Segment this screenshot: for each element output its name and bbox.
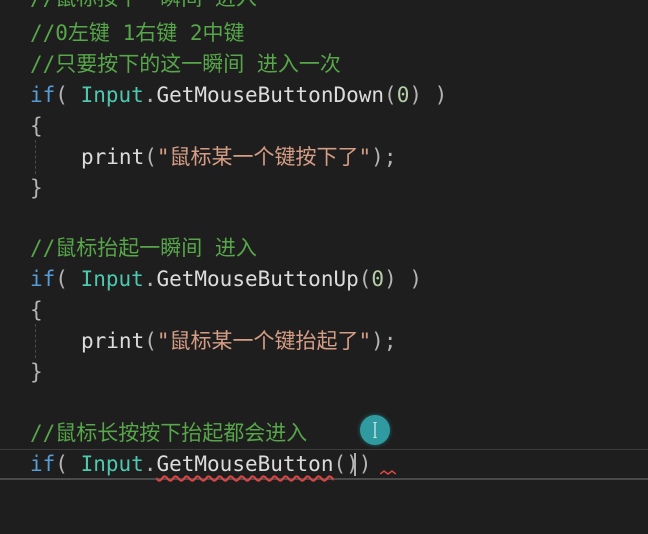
code-line-brace: {: [30, 114, 43, 138]
punctuation: (: [358, 267, 372, 291]
method-name: GetMouseButtonDown: [156, 83, 385, 107]
punctuation: (: [55, 83, 81, 107]
text-cursor-ibeam-icon: [373, 422, 377, 438]
punctuation: (: [144, 145, 157, 169]
code-line-brace: }: [30, 176, 43, 200]
punctuation: ): [384, 267, 397, 291]
code-line-print: print("鼠标某一个键抬起了");: [30, 326, 396, 357]
indent-guide: [35, 140, 36, 174]
keyword-if: if: [30, 267, 56, 291]
indent-guide: [35, 324, 36, 358]
punctuation: ): [396, 267, 423, 291]
method-name: GetMouseButtonUp: [156, 267, 359, 291]
code-line-comment: //0左键 1右键 2中键: [30, 21, 245, 45]
class-name: Input: [80, 267, 144, 291]
punctuation: );: [371, 329, 397, 353]
punctuation: );: [371, 145, 397, 169]
keyword-if: if: [30, 452, 56, 476]
code-line-if-mouse-button[interactable]: if( Input.GetMouseButton()): [30, 449, 371, 480]
string-literal: "鼠标某一个键抬起了": [156, 329, 372, 353]
punctuation: .: [143, 267, 157, 291]
function-name: print: [81, 329, 145, 353]
class-name: Input: [80, 452, 144, 476]
class-name: Input: [80, 83, 144, 107]
code-line-if-mouse-up: if( Input.GetMouseButtonUp(0) ): [30, 264, 422, 295]
keyword-if: if: [30, 83, 56, 107]
punctuation: ()): [333, 452, 372, 476]
punctuation: (: [144, 329, 157, 353]
function-name: print: [81, 145, 145, 169]
number-literal: 0: [396, 83, 410, 107]
punctuation: ): [422, 83, 448, 107]
code-editor[interactable]: //鼠标按下一瞬间 进入 //0左键 1右键 2中键 //只要按下的这一瞬间 进…: [0, 0, 648, 534]
punctuation: (: [55, 267, 81, 291]
code-line-comment: //只要按下的这一瞬间 进入一次: [30, 52, 341, 76]
code-line-brace: }: [30, 360, 43, 384]
punctuation: ): [409, 83, 423, 107]
code-line-if-mouse-down: if( Input.GetMouseButtonDown(0) ): [30, 80, 447, 111]
punctuation: (: [55, 452, 81, 476]
code-line-brace: {: [30, 298, 43, 322]
code-line-comment: //鼠标抬起一瞬间 进入: [30, 236, 257, 260]
code-line-comment: //鼠标按下一瞬间 进入: [30, 0, 257, 14]
text-caret: [354, 453, 356, 476]
punctuation: .: [143, 83, 157, 107]
error-squiggle: [380, 470, 396, 475]
number-literal: 0: [371, 267, 385, 291]
mouse-cursor-marker: [360, 415, 390, 445]
code-line-print: print("鼠标某一个键按下了");: [30, 142, 396, 173]
code-line-comment: //鼠标长按按下抬起都会进入: [30, 421, 308, 445]
punctuation: (: [384, 83, 397, 107]
method-name-error[interactable]: GetMouseButton: [156, 452, 333, 476]
punctuation: .: [143, 452, 157, 476]
string-literal: "鼠标某一个键按下了": [156, 145, 372, 169]
